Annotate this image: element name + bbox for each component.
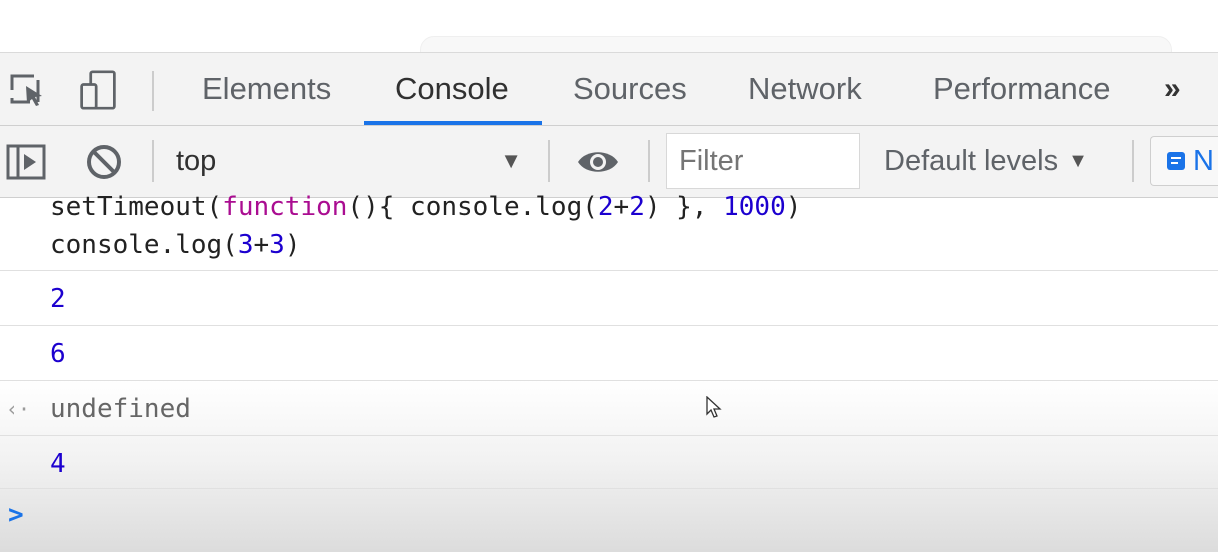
- toolbar-divider: [648, 140, 650, 182]
- return-value-icon: ‹·: [6, 397, 31, 421]
- code-text: (){ console.log(: [347, 192, 598, 222]
- code-text: +: [613, 192, 630, 222]
- log-levels-dropdown[interactable]: Default levels ▼: [884, 126, 1088, 196]
- row-divider: [0, 488, 1218, 489]
- tab-console[interactable]: Console: [395, 53, 509, 125]
- devtools-page: Elements Console Sources Network Perform…: [0, 0, 1218, 552]
- tab-sources-label: Sources: [573, 71, 687, 106]
- code-text: setTimeout(: [50, 192, 223, 222]
- toolbar-divider: [152, 140, 154, 182]
- show-sidebar-icon[interactable]: [4, 140, 48, 184]
- console-toolbar: top ▼ Default levels ▼ N: [0, 126, 1218, 198]
- code-text: +: [253, 230, 270, 260]
- chevron-double-right-icon: »: [1164, 72, 1181, 105]
- code-text: ) },: [644, 192, 724, 222]
- code-text: ): [785, 192, 802, 222]
- filter-input[interactable]: [666, 133, 860, 189]
- caret-down-icon: ▼: [500, 148, 522, 173]
- tab-performance[interactable]: Performance: [933, 53, 1110, 125]
- code-number: 3: [269, 230, 285, 260]
- row-divider: [0, 270, 1218, 271]
- inspect-element-icon[interactable]: [8, 69, 48, 111]
- code-number: 2: [629, 192, 645, 222]
- console-output-2: 6: [50, 339, 66, 369]
- code-number: 3: [237, 230, 254, 260]
- tab-elements-label: Elements: [202, 71, 332, 106]
- context-selector-value: top: [176, 144, 217, 177]
- tab-performance-label: Performance: [933, 71, 1111, 106]
- tab-sources[interactable]: Sources: [573, 53, 687, 125]
- toolbar-divider: [1132, 140, 1134, 182]
- active-tab-indicator: [364, 121, 542, 125]
- context-selector[interactable]: top ▼: [176, 126, 526, 196]
- console-prompt-input[interactable]: [40, 500, 1144, 536]
- code-text: console.log(: [50, 230, 238, 260]
- code-text: ): [284, 230, 301, 260]
- console-input-line-1: setTimeout(function(){ console.log(2+2) …: [50, 192, 801, 222]
- console-messages: setTimeout(function(){ console.log(2+2) …: [0, 192, 1218, 552]
- tab-console-label: Console: [395, 71, 509, 106]
- console-output-4: 4: [50, 449, 66, 479]
- toolbar-divider: [548, 140, 550, 182]
- more-tabs-button[interactable]: »: [1164, 53, 1181, 125]
- issues-button[interactable]: N: [1150, 136, 1218, 186]
- toolbar-divider: [152, 71, 154, 111]
- tab-network-label: Network: [748, 71, 862, 106]
- row-divider: [0, 325, 1218, 326]
- device-toolbar-icon[interactable]: [78, 69, 118, 111]
- devtools-tab-bar: Elements Console Sources Network Perform…: [0, 52, 1218, 126]
- caret-down-icon: ▼: [1068, 149, 1088, 172]
- console-input-line-2: console.log(3+3): [50, 230, 300, 260]
- console-output-3: undefined: [50, 394, 191, 424]
- mouse-cursor-icon: [706, 396, 722, 418]
- prompt-icon: >: [8, 500, 24, 530]
- live-expression-icon[interactable]: [576, 140, 620, 184]
- log-levels-label: Default levels: [884, 144, 1059, 177]
- code-keyword: function: [222, 192, 348, 222]
- issues-button-label: N: [1193, 144, 1214, 177]
- browser-top-strip: [0, 0, 1218, 58]
- console-output-1: 2: [50, 284, 66, 314]
- tab-network[interactable]: Network: [748, 53, 862, 125]
- code-number: 1000: [723, 192, 786, 222]
- issues-icon: [1167, 152, 1185, 170]
- clear-console-icon[interactable]: [82, 140, 126, 184]
- tab-elements[interactable]: Elements: [202, 53, 331, 125]
- code-number: 2: [597, 192, 614, 222]
- row-divider: [0, 435, 1218, 436]
- row-divider: [0, 380, 1218, 381]
